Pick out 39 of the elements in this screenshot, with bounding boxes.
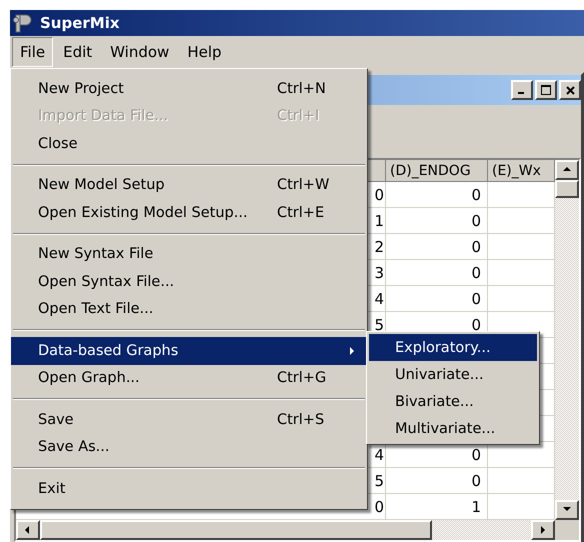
scroll-thumb[interactable] xyxy=(40,520,432,540)
scroll-up-button[interactable] xyxy=(555,160,579,180)
table-cell: 0 xyxy=(386,260,488,286)
table-cell: 0 xyxy=(386,182,488,208)
scroll-left-button[interactable] xyxy=(16,520,40,540)
scroll-thumb[interactable] xyxy=(555,180,579,198)
app-icon xyxy=(12,12,34,34)
right-arrow-icon xyxy=(538,525,548,535)
column-header[interactable]: (E)_Wx xyxy=(488,160,555,182)
column-header[interactable]: (D)_ENDOG xyxy=(386,160,488,182)
menu-item[interactable]: Bivariate... xyxy=(369,388,537,415)
menu-bar-item[interactable]: Window xyxy=(102,37,178,67)
table-cell: 0 xyxy=(386,286,488,312)
table-cell: 0 xyxy=(386,234,488,260)
menu-item[interactable]: Univariate... xyxy=(369,361,537,388)
submenu-arrow-icon xyxy=(347,346,357,356)
window-title: SuperMix xyxy=(40,14,120,32)
maximize-button[interactable] xyxy=(535,80,557,100)
vertical-scrollbar[interactable] xyxy=(555,160,579,520)
menu-item[interactable]: Save Ctrl+S xyxy=(11,406,367,434)
scroll-right-button[interactable] xyxy=(531,520,555,540)
horizontal-scrollbar[interactable] xyxy=(16,520,579,540)
menu-bar-item[interactable]: Help xyxy=(179,37,230,67)
scroll-down-button[interactable] xyxy=(555,500,579,520)
minimize-button[interactable] xyxy=(511,80,533,100)
close-icon xyxy=(566,86,574,94)
maximize-icon xyxy=(541,85,551,95)
menu-item[interactable]: Exploratory... xyxy=(369,334,537,361)
menu-item[interactable]: Close xyxy=(11,130,367,158)
menu-item[interactable]: New Project Ctrl+N xyxy=(11,75,367,102)
menu-item[interactable]: Open Graph... Ctrl+G xyxy=(11,364,367,392)
menu-bar-item[interactable]: Edit xyxy=(55,37,100,67)
menu-bar-item[interactable]: File xyxy=(12,37,54,67)
menu-item[interactable]: Multivariate... xyxy=(369,415,537,442)
scrollbar-corner xyxy=(555,520,579,540)
table-cell: 0 xyxy=(386,208,488,234)
menu-item[interactable]: Data-based Graphs xyxy=(11,337,367,364)
table-cell: 0 xyxy=(386,468,488,494)
close-button[interactable] xyxy=(559,80,581,100)
